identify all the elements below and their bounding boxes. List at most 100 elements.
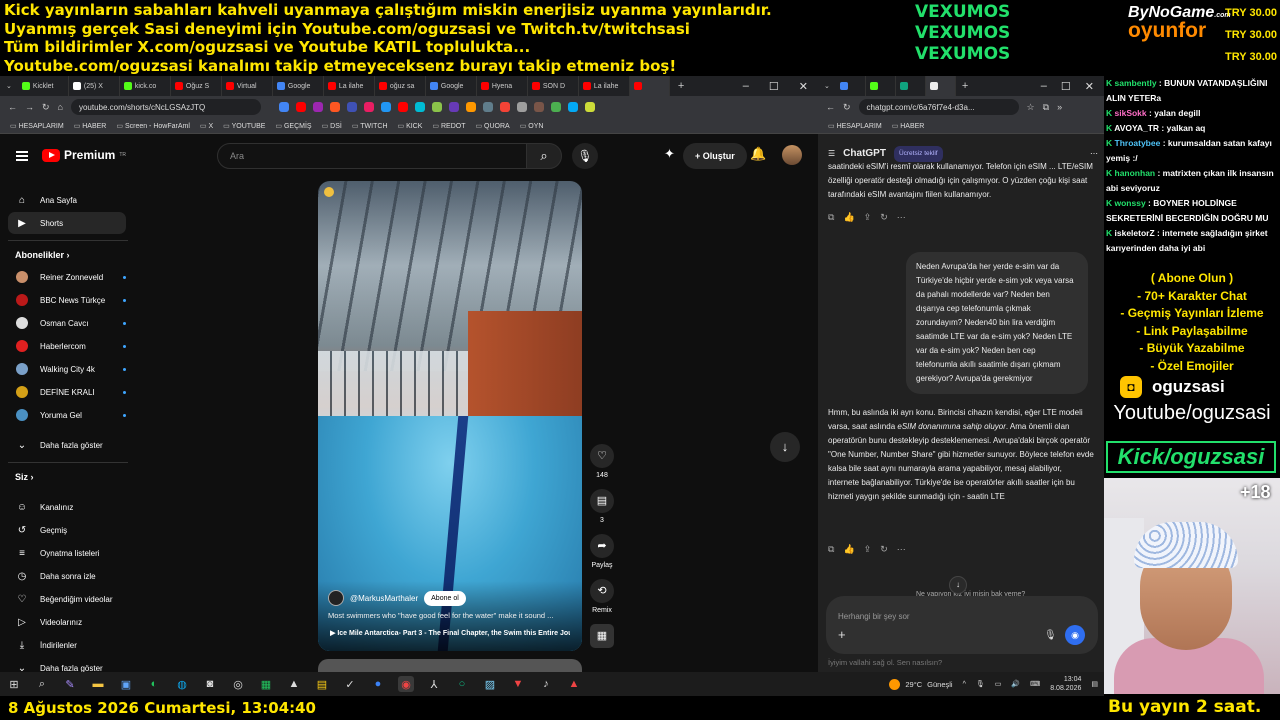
bookmark[interactable]: KICK — [398, 122, 422, 130]
sidebar-item-subscription[interactable]: DEFİNE KRALI — [8, 381, 126, 403]
new-tab-button[interactable]: + — [670, 80, 692, 92]
bookmark[interactable]: OYN — [520, 122, 543, 130]
reload-icon[interactable]: ↻ — [42, 102, 50, 113]
edge-icon[interactable]: ◍ — [174, 676, 190, 692]
shorts-create-icon[interactable]: ✦ — [664, 146, 675, 162]
folder-icon[interactable]: ▬ — [90, 676, 106, 692]
tab[interactable] — [866, 76, 896, 96]
scroll-down-button[interactable]: ↓ — [949, 576, 967, 594]
sidebar-item-you[interactable]: ↺ Geçmiş — [8, 519, 126, 541]
tab[interactable]: kick.co — [120, 76, 171, 96]
tab[interactable]: Google — [426, 76, 477, 96]
more-icon[interactable]: ⋯ — [897, 210, 906, 224]
regenerate-icon[interactable]: ↻ — [880, 210, 888, 224]
tab[interactable]: Google — [273, 76, 324, 96]
bookmark[interactable]: GEÇMİŞ — [275, 122, 312, 130]
tab[interactable]: La ilahe — [324, 76, 375, 96]
maximize-icon[interactable]: ☐ — [769, 80, 779, 93]
sidebar-toggle-icon[interactable]: ☰ — [828, 147, 835, 161]
app-icon[interactable]: ▼ — [510, 676, 526, 692]
short-video-player[interactable]: @MarkusMarthaler Abone ol Most swimmers … — [318, 181, 582, 651]
tab[interactable]: La ilahe — [579, 76, 630, 96]
extension-icon[interactable] — [516, 102, 527, 112]
extension-icon[interactable] — [295, 102, 306, 112]
playlist-link[interactable]: ▶ Ice Mile Antarctica- Part 3 - The Fina… — [330, 629, 570, 637]
channel-name[interactable]: @MarkusMarthaler — [350, 594, 418, 603]
tab[interactable] — [836, 76, 866, 96]
next-short-button[interactable]: ↓ — [770, 432, 800, 462]
sidebar-item-subscription[interactable]: Osman Cavcı — [8, 312, 126, 334]
bookmark[interactable]: HESAPLARIM — [10, 122, 64, 130]
subscriptions-header[interactable]: Abonelikler › — [15, 250, 70, 260]
app-icon[interactable]: ◐ — [146, 676, 162, 692]
tab[interactable]: SON D — [528, 76, 579, 96]
sidebar-item-home[interactable]: ⌂ Ana Sayfa — [8, 189, 126, 211]
extension-icon[interactable] — [482, 102, 493, 112]
extension-icon[interactable] — [448, 102, 459, 112]
extension-icon[interactable] — [584, 102, 595, 112]
tab-search-icon[interactable]: ⌄ — [818, 82, 836, 90]
app-icon[interactable]: ○ — [454, 676, 470, 692]
home-icon[interactable]: ⌂ — [58, 102, 63, 112]
notifications-bell-icon[interactable]: 🔔 — [750, 146, 766, 162]
attach-plus-icon[interactable]: + — [838, 628, 846, 642]
notes-icon[interactable]: ▤ — [314, 676, 330, 692]
language-icon[interactable]: ⌨ — [1030, 680, 1040, 688]
mic-icon[interactable]: 🎙 — [976, 680, 985, 688]
sidebar-item-shorts[interactable]: ▶ Shorts — [8, 212, 126, 234]
comments-button[interactable]: ▤ 3 — [590, 489, 614, 524]
bookmark-star-icon[interactable]: ☆ — [1027, 102, 1035, 113]
extensions-icon[interactable]: ⧉ — [1043, 102, 1049, 113]
reload-icon[interactable]: ↻ — [843, 102, 851, 113]
message-composer[interactable]: Herhangi bir şey sor + 🎙 ◉ — [826, 596, 1098, 654]
bookmark[interactable]: HESAPLARIM — [828, 122, 882, 130]
youtube-logo[interactable]: Premium TR — [42, 148, 126, 162]
voice-search-button[interactable]: 🎙 — [572, 143, 598, 169]
share-icon[interactable]: ⇪ — [864, 210, 872, 224]
volume-icon[interactable]: 🔊 — [1011, 680, 1020, 688]
close-icon[interactable]: ✕ — [1085, 80, 1094, 93]
bookmark[interactable]: DSİ — [322, 122, 342, 130]
tab[interactable]: (25) X — [69, 76, 120, 96]
network-icon[interactable]: ▭ — [995, 680, 1002, 688]
menu-icon[interactable] — [16, 151, 28, 161]
app-icon[interactable]: ♪ — [538, 676, 554, 692]
extension-icon[interactable] — [380, 102, 391, 112]
bookmark[interactable]: QUORA — [475, 122, 510, 130]
avatar[interactable] — [782, 145, 802, 165]
weather-widget[interactable]: 29°C Güneşli — [889, 678, 953, 690]
url-field[interactable]: youtube.com/shorts/cNcLGSAzJTQ — [70, 99, 261, 115]
tab[interactable] — [629, 76, 670, 96]
extension-icon[interactable] — [278, 102, 289, 112]
more-icon[interactable]: ⋯ — [897, 542, 906, 556]
sidebar-item-more-subs[interactable]: ⌄ Daha fazla göster — [8, 434, 126, 456]
clock[interactable]: 13:04 8.08.2026 — [1050, 675, 1081, 693]
share-button[interactable]: ➦ Paylaş — [590, 534, 614, 569]
regenerate-icon[interactable]: ↻ — [880, 542, 888, 556]
extension-icon[interactable] — [499, 102, 510, 112]
tab[interactable]: Hyena — [477, 76, 528, 96]
notifications-icon[interactable]: ▤ — [1091, 680, 1098, 688]
extension-icon[interactable] — [414, 102, 425, 112]
extension-icon[interactable] — [465, 102, 476, 112]
extension-icon[interactable] — [397, 102, 408, 112]
url-field[interactable]: chatgpt.com/c/6a76f7e4-d3a... — [858, 99, 1019, 115]
sidebar-item-you[interactable]: ⤓ İndirilenler — [8, 634, 126, 656]
copy-icon[interactable]: ⧉ — [828, 542, 834, 556]
camera-icon[interactable]: ◙ — [202, 676, 218, 692]
extension-icon[interactable] — [431, 102, 442, 112]
extension-icon[interactable] — [346, 102, 357, 112]
more-icon[interactable]: » — [1057, 102, 1062, 112]
tab[interactable]: Kicklet — [18, 76, 69, 96]
windows-start-icon[interactable]: ⊞ — [6, 676, 22, 692]
share-icon[interactable]: ⇪ — [864, 542, 872, 556]
screen-app-icon[interactable]: ▣ — [118, 676, 134, 692]
extension-icon[interactable] — [567, 102, 578, 112]
next-short-thumbnail[interactable] — [318, 659, 582, 672]
sidebar-item-subscription[interactable]: Yoruma Gel — [8, 404, 126, 426]
channel-avatar[interactable] — [328, 590, 344, 606]
maximize-icon[interactable]: ☐ — [1061, 80, 1071, 93]
app-icon[interactable]: ▲ — [566, 676, 582, 692]
app-icon[interactable]: ▲ — [286, 676, 302, 692]
tab-search-icon[interactable]: ⌄ — [0, 82, 18, 90]
